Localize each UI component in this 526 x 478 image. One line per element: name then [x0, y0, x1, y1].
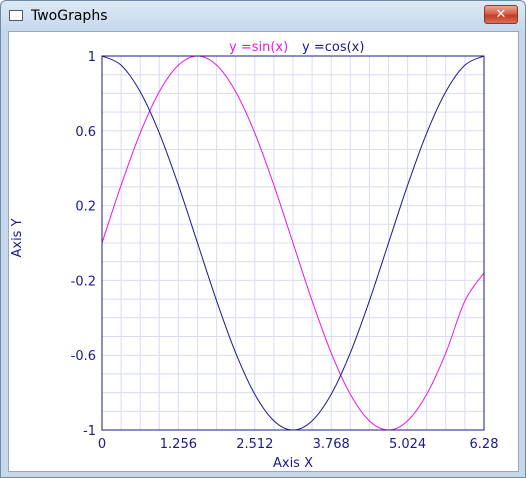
window-title: TwoGraphs — [31, 8, 108, 24]
close-icon: ✕ — [495, 7, 507, 22]
x-tick-label: 0 — [98, 437, 106, 452]
x-tick-label: 3.768 — [313, 437, 350, 452]
y-tick-label: -0.2 — [71, 274, 96, 289]
title-bar[interactable]: TwoGraphs ✕ — [1, 1, 525, 31]
chart-area: 0 1.256 2.512 3.768 5.024 6.28 1 0.6 0.2 -0.2 -0.… — [8, 31, 519, 472]
y-axis-label: Axis Y — [10, 218, 25, 257]
x-tick-label: 6.28 — [470, 437, 499, 452]
y-tick-label: -0.6 — [71, 349, 96, 364]
window-app-icon — [9, 10, 23, 21]
y-tick-label: 1 — [88, 50, 96, 65]
y-tick-label: -1 — [83, 424, 96, 439]
x-tick-label: 1.256 — [160, 437, 197, 452]
close-button[interactable]: ✕ — [484, 5, 518, 24]
legend-entry: y =sin(x) — [229, 40, 288, 55]
x-tick-label: 2.512 — [236, 437, 273, 452]
legend: y =sin(x) y =cos(x) — [229, 40, 364, 55]
chart: 0 1.256 2.512 3.768 5.024 6.28 1 0.6 0.2 -0.2 -0.… — [10, 40, 499, 471]
app-window: TwoGraphs ✕ 0 1.256 2.512 3.768 5.024 6.28 10… — [0, 0, 526, 478]
y-tick-labels: 1 0.6 0.2 -0.2 -0.6 -1 — [71, 50, 96, 439]
legend-entry: y =cos(x) — [302, 40, 364, 55]
x-tick-labels: 0 1.256 2.512 3.768 5.024 6.28 — [98, 437, 499, 452]
x-axis-label: Axis X — [273, 456, 313, 471]
y-tick-label: 0.2 — [75, 200, 96, 215]
y-tick-label: 0.6 — [75, 125, 96, 140]
x-tick-label: 5.024 — [389, 437, 426, 452]
